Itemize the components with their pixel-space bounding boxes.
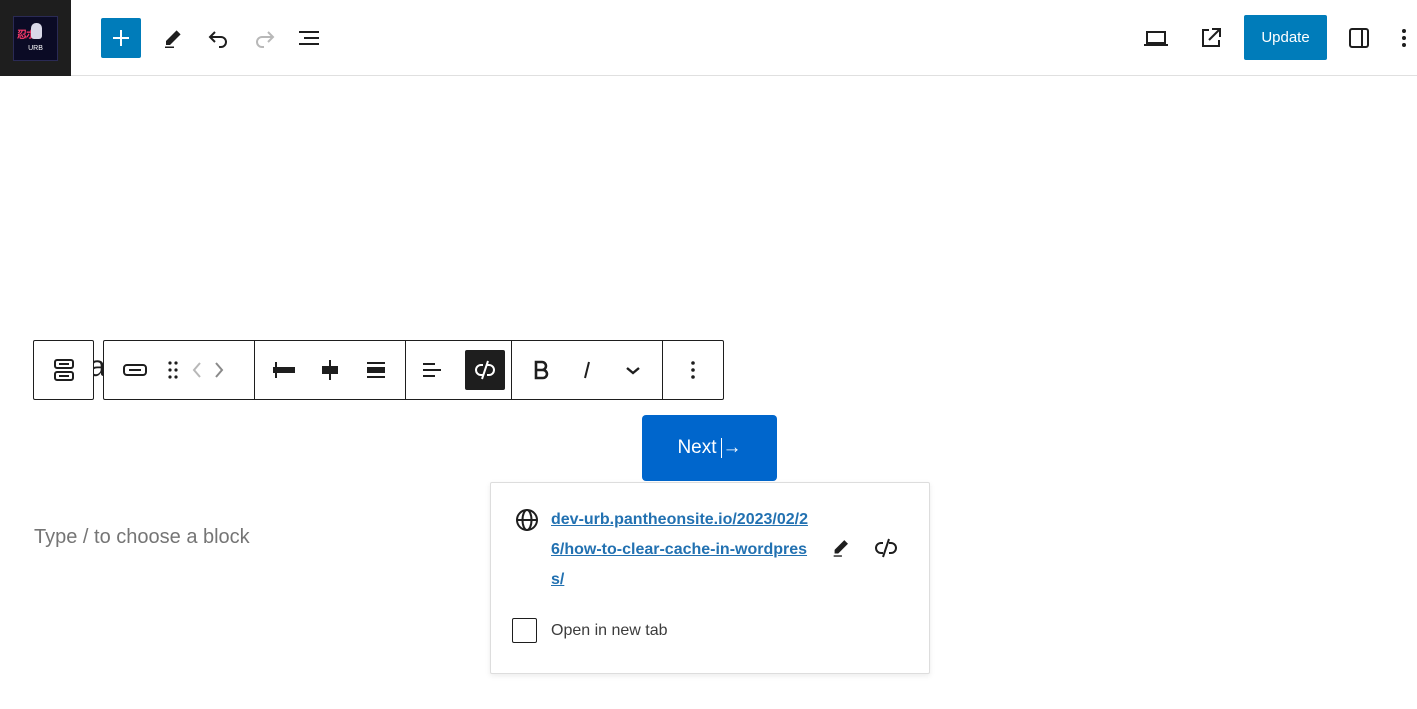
view-post-button[interactable]: [1191, 18, 1231, 58]
next-button-label: Next: [677, 437, 717, 458]
chevron-right-icon: [215, 362, 224, 378]
pencil-icon: [165, 30, 181, 48]
block-placeholder[interactable]: Type / to choose a block: [34, 526, 250, 549]
justify-stretch-icon: [367, 362, 385, 378]
plus-icon: [113, 30, 129, 46]
redo-icon: [256, 31, 275, 48]
chevron-left-icon: [192, 362, 201, 378]
logo-figure-icon: [31, 22, 42, 39]
laptop-icon: [1144, 31, 1168, 46]
justify-left-icon: [273, 362, 295, 378]
list-view-icon: [299, 31, 319, 45]
redo-button[interactable]: [244, 18, 284, 58]
drag-handle-icon: [168, 361, 178, 379]
italic-button[interactable]: [567, 347, 607, 393]
external-link-icon: [1202, 28, 1221, 47]
unlink-toolbar-button[interactable]: [465, 350, 505, 390]
block-inserter-button[interactable]: [101, 18, 141, 58]
text-align-button[interactable]: [412, 347, 452, 393]
move-left-button[interactable]: [186, 347, 208, 393]
block-options-button[interactable]: [673, 347, 713, 393]
button-block-icon: [123, 364, 147, 376]
remove-link-button[interactable]: [871, 534, 901, 562]
chevron-down-icon: [626, 367, 640, 375]
justify-center-icon: [322, 360, 338, 380]
editor-header: 忍ボ URB Update: [0, 0, 1417, 76]
preview-button[interactable]: [1136, 18, 1176, 58]
arrow-right-icon: →: [722, 437, 742, 458]
bold-button[interactable]: [521, 347, 561, 393]
update-button[interactable]: Update: [1244, 15, 1327, 60]
italic-icon: [584, 361, 590, 379]
block-toolbar-group-block: [104, 341, 255, 399]
select-parent-block-button[interactable]: [33, 340, 94, 400]
link-url[interactable]: dev-urb.pantheonsite.io/2023/02/26/how-t…: [551, 505, 816, 595]
block-toolbar-group-format: [512, 341, 663, 399]
text-caret: [720, 438, 722, 458]
tools-button[interactable]: [153, 18, 193, 58]
buttons-block-icon: [53, 359, 74, 381]
block-toolbar: [103, 340, 724, 400]
block-toolbar-group-align-link: [406, 341, 512, 399]
justify-center-button[interactable]: [310, 347, 350, 393]
more-vertical-icon: [691, 361, 695, 379]
edit-link-button[interactable]: [827, 534, 855, 562]
pencil-icon: [833, 540, 848, 557]
block-toolbar-group-justify: [255, 341, 406, 399]
link-popover: dev-urb.pantheonsite.io/2023/02/26/how-t…: [490, 482, 930, 674]
site-logo: 忍ボ URB: [13, 15, 58, 61]
justify-left-button[interactable]: [264, 347, 304, 393]
logo-text-bottom: URB: [28, 44, 43, 52]
block-type-button[interactable]: [110, 347, 160, 393]
site-icon-button[interactable]: 忍ボ URB: [0, 0, 71, 76]
undo-icon: [208, 31, 227, 48]
move-right-button[interactable]: [208, 347, 230, 393]
block-toolbar-group-options: [663, 341, 723, 399]
undo-button[interactable]: [199, 18, 239, 58]
align-left-icon: [423, 363, 441, 377]
open-in-new-tab-checkbox[interactable]: [512, 618, 537, 643]
globe-icon: [516, 509, 538, 531]
link-off-icon: [875, 538, 897, 558]
sidebar-icon: [1349, 28, 1369, 48]
more-vertical-icon: [1402, 29, 1406, 47]
settings-sidebar-button[interactable]: [1339, 18, 1379, 58]
link-off-icon: [475, 360, 495, 380]
open-in-new-tab-label: Open in new tab: [551, 622, 668, 639]
more-formats-button[interactable]: [613, 347, 653, 393]
drag-handle[interactable]: [160, 347, 186, 393]
bold-icon: [534, 360, 549, 380]
next-button-block[interactable]: Next →: [642, 415, 777, 481]
options-button[interactable]: [1392, 18, 1416, 58]
justify-stretch-button[interactable]: [356, 347, 396, 393]
list-view-button[interactable]: [289, 18, 329, 58]
